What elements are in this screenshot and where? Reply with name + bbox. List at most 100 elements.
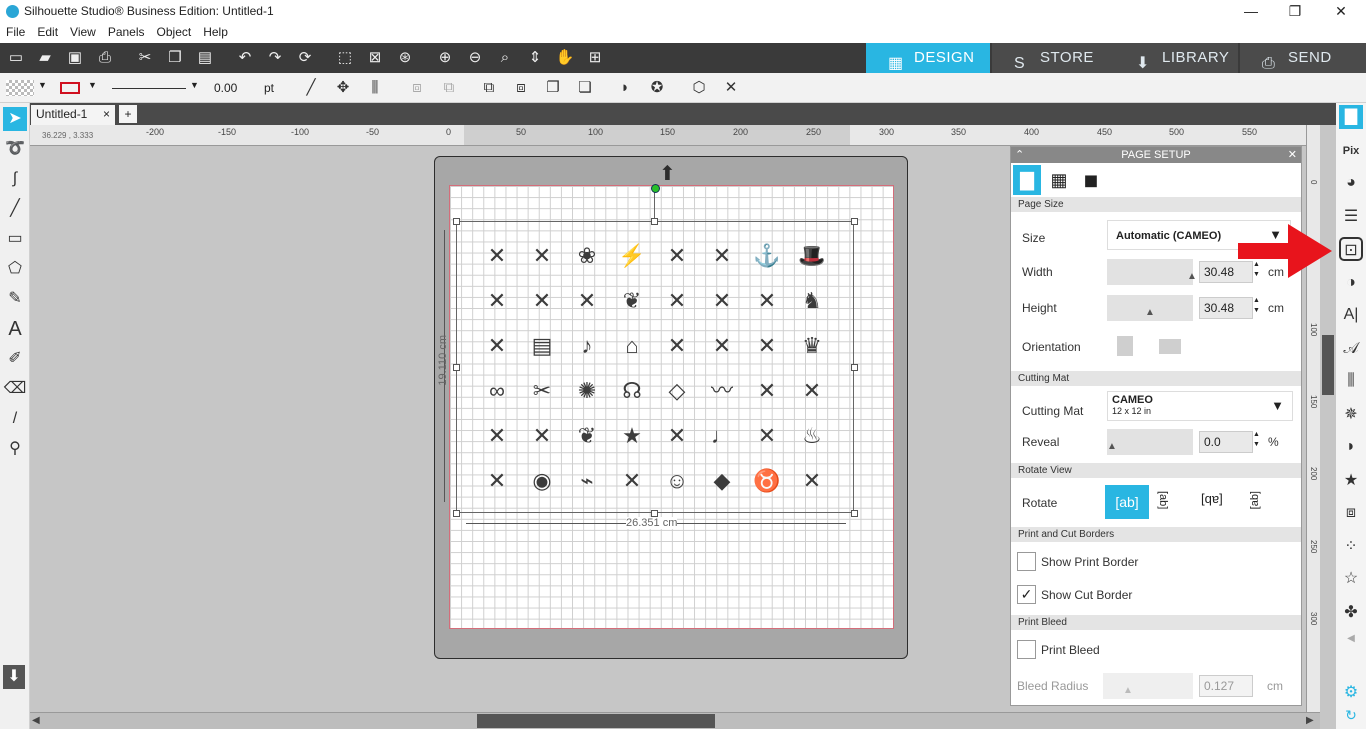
undo-icon[interactable]: ↶ [235, 49, 255, 67]
registration-marks-icon[interactable]: ⊡ [1339, 237, 1363, 261]
fit-page-icon[interactable]: ⊞ [585, 49, 605, 67]
design-icon[interactable]: ❀ [572, 241, 602, 271]
design-icon[interactable]: ♞ [797, 286, 827, 316]
pencil-tool-icon[interactable]: ✎ [3, 287, 27, 311]
fill-swatch[interactable] [6, 80, 34, 96]
zoom-out-icon[interactable]: ⊖ [465, 49, 485, 67]
bleed-radius-slider[interactable]: ▲ [1103, 673, 1193, 699]
design-icon[interactable]: ✕ [617, 466, 647, 496]
select-by-color-icon[interactable]: ⊛ [395, 49, 415, 67]
design-icon[interactable]: ✕ [482, 421, 512, 451]
save-icon[interactable]: ▣ [65, 49, 85, 67]
design-icon[interactable]: ✕ [707, 241, 737, 271]
scroll-left-icon[interactable]: ◀ [32, 715, 40, 726]
sketch-icon[interactable]: ⁘ [1339, 535, 1363, 559]
design-icon[interactable]: ✕ [752, 286, 782, 316]
design-icon[interactable]: ✺ [572, 376, 602, 406]
rotate-270-icon[interactable]: [ab] [1249, 491, 1261, 509]
reveal-slider[interactable]: ▲ [1107, 429, 1193, 455]
line-color-swatch[interactable] [60, 82, 80, 94]
cutting-mat-dropdown[interactable]: CAMEO 12 x 12 in ▼ [1107, 391, 1293, 421]
document-tab[interactable]: Untitled-1 × [31, 105, 115, 125]
design-icon[interactable]: ✕ [797, 466, 827, 496]
resize-handle[interactable] [453, 510, 460, 517]
tab-store[interactable]: S STORE [992, 43, 1114, 73]
design-icon[interactable]: ✕ [662, 241, 692, 271]
design-icon[interactable]: ✕ [572, 286, 602, 316]
eraser-tool-icon[interactable]: ⌫ [3, 377, 27, 401]
design-icon[interactable]: ✕ [527, 421, 557, 451]
close-tab-icon[interactable]: × [103, 107, 110, 121]
design-icon[interactable]: ✕ [797, 376, 827, 406]
design-icon[interactable]: ⌁ [572, 466, 602, 496]
design-icon[interactable]: ✂ [527, 376, 557, 406]
vertical-scroll-thumb[interactable] [1322, 335, 1334, 395]
landscape-icon[interactable] [1159, 339, 1181, 354]
library-star-icon[interactable]: ☆ [1339, 567, 1363, 591]
line-style-dropdown-icon[interactable]: ▼ [190, 80, 199, 90]
eyedropper-icon[interactable]: ⚲ [3, 437, 27, 461]
height-spinner-icon[interactable]: ▲ ▼ [1253, 296, 1260, 316]
release-compound-icon[interactable]: ⧈ [510, 78, 532, 98]
line-style-icon[interactable]: ☰ [1339, 205, 1363, 229]
design-icon[interactable]: ✕ [707, 286, 737, 316]
sync-icon[interactable]: ↻ [1339, 703, 1363, 727]
horizontal-scrollbar[interactable]: ◀ ▶ [30, 712, 1320, 729]
fill-dropdown-icon[interactable]: ▼ [38, 80, 47, 90]
pixscan-icon[interactable]: Pix [1339, 139, 1363, 163]
import-icon[interactable]: ⬇ [3, 665, 25, 689]
line-color-dropdown-icon[interactable]: ▼ [88, 80, 97, 90]
horizontal-scroll-thumb[interactable] [477, 714, 715, 728]
paste-icon[interactable]: ▤ [195, 49, 215, 67]
deselect-icon[interactable]: ⊠ [365, 49, 385, 67]
knife-blade-icon[interactable]: / [3, 407, 27, 431]
resize-handle[interactable] [453, 364, 460, 371]
text-tool-icon[interactable]: A [3, 317, 27, 341]
design-icon[interactable]: ★ [617, 421, 647, 451]
text-style-icon[interactable]: A| [1339, 303, 1363, 327]
collapse-icon[interactable]: ⌃ [1015, 147, 1024, 163]
weld-icon[interactable]: ◗ [614, 78, 636, 98]
design-icon[interactable]: ❦ [617, 286, 647, 316]
knife-tool-icon[interactable]: ✐ [3, 347, 27, 371]
design-icon[interactable]: ◉ [527, 466, 557, 496]
show-cut-border-checkbox[interactable]: ✓ [1017, 585, 1036, 604]
star-shapes-icon[interactable]: ✪ [646, 78, 668, 98]
line-tool-icon[interactable]: ╱ [300, 78, 322, 98]
design-icon[interactable]: ✕ [662, 286, 692, 316]
design-icon[interactable]: ⚓ [752, 241, 782, 271]
reveal-spinner-icon[interactable]: ▲ ▼ [1253, 430, 1260, 450]
design-icon[interactable]: ✕ [482, 466, 512, 496]
select-all-icon[interactable]: ⬚ [335, 49, 355, 67]
ungroup-icon[interactable]: ⧉ [438, 78, 460, 98]
tab-design[interactable]: ▦ DESIGN [866, 43, 990, 73]
rotate-0-icon[interactable]: [ab] [1105, 485, 1149, 519]
cut-icon[interactable]: ✂ [135, 49, 155, 67]
print-bleed-checkbox[interactable] [1017, 640, 1036, 659]
grid-tab-icon[interactable]: ▦ [1045, 165, 1073, 195]
trace-icon[interactable]: ⧈ [1339, 501, 1363, 525]
color-palette-icon[interactable]: ◕ [1339, 171, 1363, 195]
new-document-icon[interactable]: ▭ [6, 49, 26, 67]
line-tool-icon[interactable]: ╱ [3, 197, 27, 221]
design-icon[interactable]: ♉ [752, 466, 782, 496]
panel-close-icon[interactable]: ✕ [1288, 147, 1297, 163]
bleed-radius-input[interactable]: 0.127 [1199, 675, 1253, 697]
design-icon[interactable]: ✕ [482, 331, 512, 361]
background-tab-icon[interactable]: ◼ [1077, 165, 1105, 195]
zoom-in-icon[interactable]: ⊕ [435, 49, 455, 67]
minimize-button[interactable]: — [1228, 0, 1274, 23]
height-slider[interactable]: ▲ [1107, 295, 1193, 321]
resize-handle[interactable] [651, 510, 658, 517]
design-icon[interactable]: ♨ [797, 421, 827, 451]
pan-hand-icon[interactable]: ✋ [555, 49, 575, 67]
resize-handle[interactable] [651, 218, 658, 225]
page-tab-icon[interactable]: ▇ [1013, 165, 1041, 195]
design-icon[interactable]: ☊ [617, 376, 647, 406]
design-icon[interactable]: ✕ [662, 421, 692, 451]
vertical-scrollbar[interactable] [1320, 125, 1336, 715]
open-folder-icon[interactable]: ▰ [35, 49, 55, 67]
design-icon[interactable]: ✕ [752, 331, 782, 361]
menu-panels[interactable]: Panels [102, 23, 151, 39]
design-icon[interactable]: ✕ [527, 286, 557, 316]
